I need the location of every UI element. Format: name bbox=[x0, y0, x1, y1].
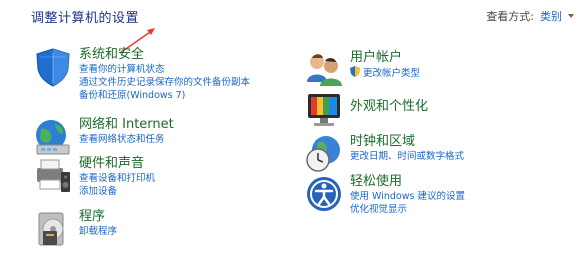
category-appearance: 外观和个性化 bbox=[302, 88, 428, 132]
category-title-appearance[interactable]: 外观和个性化 bbox=[350, 99, 428, 115]
category-system-security: 系统和安全 查看你的计算机状态 通过文件历史记录保存你的文件备份副本 备份和还原… bbox=[31, 45, 250, 102]
chevron-down-icon bbox=[568, 14, 574, 18]
category-ease-access: 轻松使用 使用 Windows 建议的设置 优化视觉显示 bbox=[302, 172, 465, 216]
link-add-device[interactable]: 添加设备 bbox=[79, 185, 155, 198]
page-title: 调整计算机的设置 bbox=[31, 11, 140, 26]
view-by: 查看方式: 类别 bbox=[486, 8, 574, 24]
view-by-dropdown[interactable]: 类别 bbox=[540, 8, 574, 24]
link-change-date-time-format[interactable]: 更改日期、时间或数字格式 bbox=[350, 150, 464, 163]
category-title-network[interactable]: 网络和 Internet bbox=[79, 117, 174, 133]
users-icon[interactable] bbox=[302, 48, 346, 92]
category-title-hardware[interactable]: 硬件和声音 bbox=[79, 156, 155, 172]
category-clock-region: 时钟和区域 更改日期、时间或数字格式 bbox=[302, 132, 464, 176]
category-network: 网络和 Internet 查看网络状态和任务 bbox=[31, 115, 174, 159]
link-change-account-type-label: 更改帐户类型 bbox=[363, 68, 421, 79]
ease-access-icon[interactable] bbox=[302, 172, 346, 216]
link-change-account-type[interactable]: 更改帐户类型 bbox=[350, 66, 420, 81]
link-windows-recommended-settings[interactable]: 使用 Windows 建议的设置 bbox=[350, 190, 465, 203]
link-view-computer-status[interactable]: 查看你的计算机状态 bbox=[79, 63, 250, 76]
link-backup-restore[interactable]: 备份和还原(Windows 7) bbox=[79, 89, 250, 102]
link-network-status[interactable]: 查看网络状态和任务 bbox=[79, 133, 174, 146]
link-devices-printers[interactable]: 查看设备和打印机 bbox=[79, 172, 155, 185]
printer-speaker-icon[interactable] bbox=[31, 154, 75, 198]
link-uninstall-program[interactable]: 卸载程序 bbox=[79, 225, 117, 238]
category-title-user-accounts[interactable]: 用户帐户 bbox=[350, 50, 420, 66]
globe-network-icon[interactable] bbox=[31, 115, 75, 159]
uac-shield-icon bbox=[350, 66, 360, 81]
category-user-accounts: 用户帐户 更改帐户类型 bbox=[302, 48, 420, 92]
category-title-clock-region[interactable]: 时钟和区域 bbox=[350, 134, 464, 150]
view-by-label: 查看方式: bbox=[486, 10, 534, 23]
link-file-history-backup[interactable]: 通过文件历史记录保存你的文件备份副本 bbox=[79, 76, 250, 89]
monitor-colors-icon[interactable] bbox=[302, 88, 346, 132]
category-hardware: 硬件和声音 查看设备和打印机 添加设备 bbox=[31, 154, 155, 198]
view-by-value: 类别 bbox=[540, 10, 562, 23]
programs-disk-icon[interactable] bbox=[31, 207, 75, 251]
link-optimize-visual-display[interactable]: 优化视觉显示 bbox=[350, 203, 465, 216]
category-title-system-security[interactable]: 系统和安全 bbox=[79, 47, 250, 63]
category-programs: 程序 卸载程序 bbox=[31, 207, 117, 251]
category-title-ease-access[interactable]: 轻松使用 bbox=[350, 174, 465, 190]
clock-globe-icon[interactable] bbox=[302, 132, 346, 176]
shield-icon[interactable] bbox=[31, 45, 75, 89]
category-title-programs[interactable]: 程序 bbox=[79, 209, 117, 225]
control-panel-page: 调整计算机的设置 查看方式: 类别 系统和安全 查看你的计算机状态 通过文件历史… bbox=[0, 0, 588, 277]
